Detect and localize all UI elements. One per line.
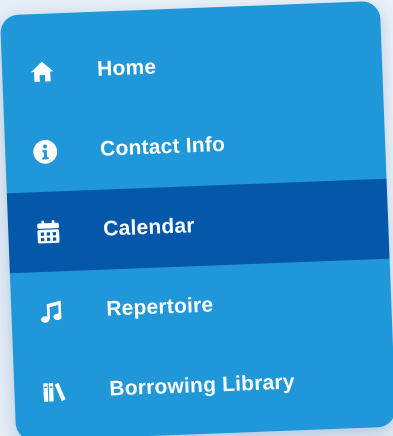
nav-item-label: Home [96,55,157,81]
nav-item-label: Contact Info [99,132,226,161]
books-icon [40,377,69,406]
info-icon [31,137,60,166]
nav-item-home[interactable]: Home [1,19,384,114]
nav-item-label: Calendar [102,214,196,241]
nav-menu-list: Home Contact Info Calendar Repertoire Bo… [1,19,393,433]
home-icon [28,57,57,86]
music-note-icon [37,297,66,326]
nav-item-borrowing-library[interactable]: Borrowing Library [13,339,393,434]
nav-item-label: Borrowing Library [108,370,296,401]
calendar-icon [34,217,63,246]
nav-item-calendar[interactable]: Calendar [6,178,390,274]
nav-menu: Home Contact Info Calendar Repertoire Bo… [0,0,393,436]
nav-item-repertoire[interactable]: Repertoire [10,259,393,354]
page-background: Home Contact Info Calendar Repertoire Bo… [0,0,393,436]
nav-item-contact-info[interactable]: Contact Info [4,99,387,194]
nav-item-label: Repertoire [105,293,214,321]
